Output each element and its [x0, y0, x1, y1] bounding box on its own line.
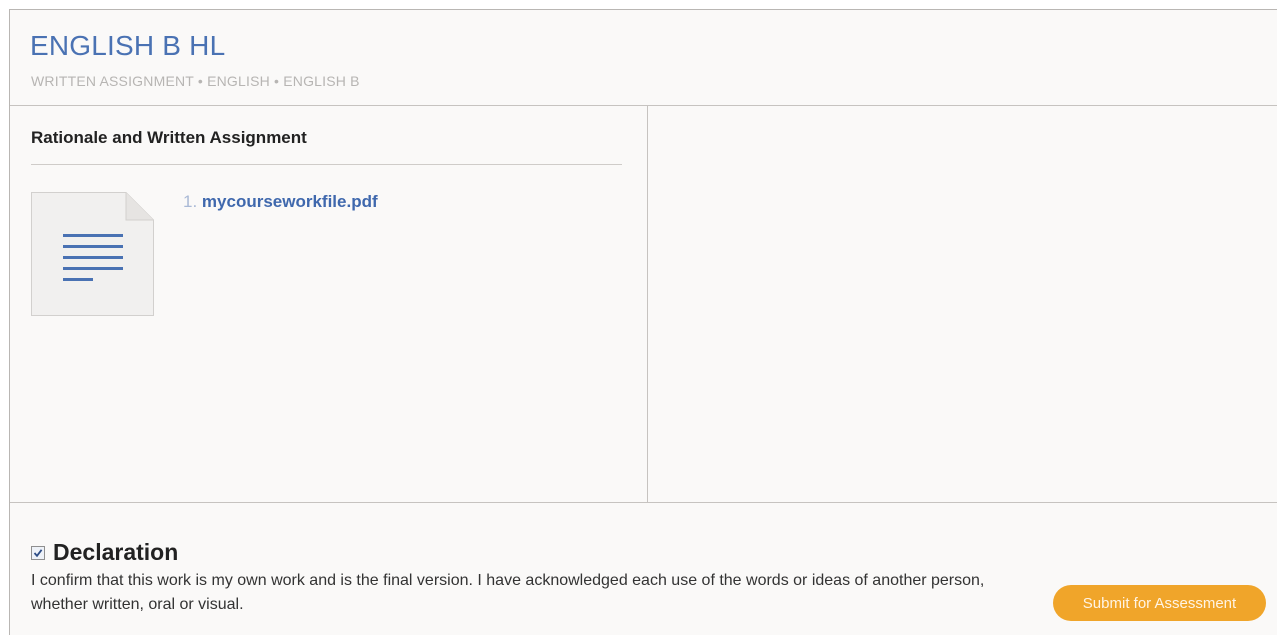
checkmark-icon	[33, 548, 43, 557]
assessment-page: ENGLISH B HL WRITTEN ASSIGNMENT • ENGLIS…	[9, 9, 1277, 635]
files-panel: Rationale and Written Assignment 1. myco…	[10, 106, 648, 503]
file-link[interactable]: mycourseworkfile.pdf	[202, 192, 378, 211]
declaration-text: I confirm that this work is my own work …	[31, 572, 985, 613]
submit-for-assessment-button[interactable]: Submit for Assessment	[1053, 585, 1266, 621]
declaration-checkbox[interactable]	[31, 545, 45, 560]
declaration-header: Declaration	[31, 539, 178, 566]
page-header: ENGLISH B HL WRITTEN ASSIGNMENT • ENGLIS…	[10, 10, 1277, 106]
section-title: Rationale and Written Assignment	[31, 128, 307, 147]
document-icon[interactable]	[31, 192, 154, 316]
page-title: ENGLISH B HL	[30, 30, 226, 61]
preview-panel	[648, 106, 1277, 503]
breadcrumb: WRITTEN ASSIGNMENT • ENGLISH • ENGLISH B	[31, 73, 360, 89]
declaration-section: Declaration I confirm that this work is …	[10, 503, 1277, 636]
file-list-item: 1. mycourseworkfile.pdf	[183, 192, 378, 212]
file-number: 1.	[183, 192, 198, 211]
section-divider	[31, 164, 622, 165]
declaration-title: Declaration	[53, 539, 179, 565]
